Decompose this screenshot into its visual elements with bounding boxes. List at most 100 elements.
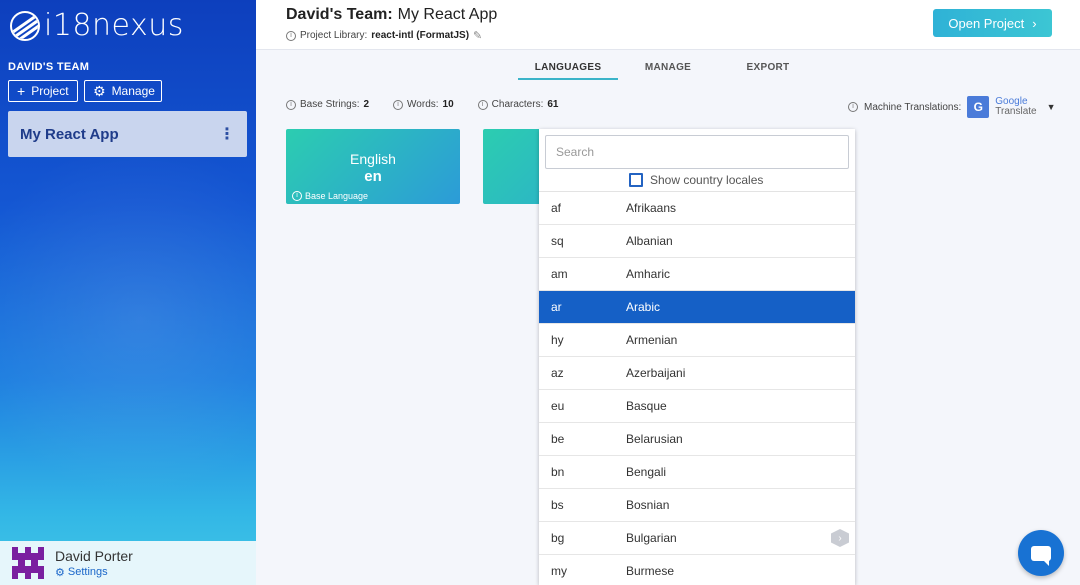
chat-button[interactable] — [1018, 530, 1064, 576]
language-option-sq[interactable]: sq Albanian — [539, 225, 855, 258]
language-option-name: Azerbaijani — [626, 366, 686, 380]
info-icon: i — [477, 99, 488, 110]
provider-line2: Translate — [995, 106, 1037, 117]
language-option-name: Arabic — [626, 300, 661, 314]
language-option-name: Amharic — [626, 267, 671, 281]
info-icon: i — [286, 30, 296, 41]
language-option-code: am — [551, 267, 568, 281]
header: David's Team: My React App i Project Libr… — [256, 0, 1080, 50]
language-option-az[interactable]: az Azerbaijani — [539, 357, 855, 390]
language-option-my[interactable]: my Burmese — [539, 555, 855, 585]
tab-export[interactable]: EXPORT — [718, 62, 818, 80]
language-option-eu[interactable]: eu Basque — [539, 390, 855, 423]
globe-logo-icon — [10, 10, 40, 41]
open-project-label: Open Project — [948, 15, 1025, 31]
characters-value: 61 — [547, 99, 559, 110]
machine-translations-label: Machine Translations: — [864, 101, 962, 113]
project-library: i Project Library: react-intl (FormatJS)… — [286, 29, 482, 42]
language-option-code: be — [551, 432, 565, 446]
user-bar: David Porter ⚙ Settings — [0, 541, 256, 585]
settings-label: Settings — [67, 566, 108, 578]
user-name: David Porter — [55, 547, 133, 564]
base-language-badge: i Base Language — [292, 191, 368, 201]
characters-label: Characters: — [491, 99, 544, 110]
avatar[interactable] — [12, 547, 44, 579]
language-option-code: bg — [551, 531, 565, 545]
machine-translations[interactable]: i Machine Translations: G Google Transla… — [848, 96, 1056, 118]
provider-name: Google Translate — [995, 97, 1036, 117]
words-value: 10 — [442, 99, 454, 110]
base-language-label: Base Language — [305, 191, 369, 201]
logo-text: i18nexus — [44, 8, 184, 43]
language-option-be[interactable]: be Belarusian — [539, 423, 855, 456]
language-option-name: Bulgarian — [626, 531, 677, 545]
language-option-code: bn — [551, 465, 565, 479]
language-code: en — [364, 168, 382, 185]
language-option-name: Belarusian — [626, 432, 683, 446]
plus-icon: + — [17, 83, 26, 99]
caret-down-icon[interactable]: ▼ — [1047, 102, 1056, 112]
language-option-code: sq — [551, 234, 564, 248]
project-stats: i Base Strings: 2 i Words: 10 i Characte… — [286, 99, 558, 110]
app-logo[interactable]: i18nexus — [10, 8, 184, 43]
info-icon: i — [393, 99, 404, 110]
gear-icon: ⚙ — [93, 83, 106, 99]
language-option-code: hy — [551, 333, 564, 347]
language-option-name: Albanian — [626, 234, 673, 248]
search-input[interactable] — [545, 135, 849, 169]
language-option-bn[interactable]: bn Bengali — [539, 456, 855, 489]
language-card-en[interactable]: English en i Base Language — [286, 129, 460, 204]
sidebar: i18nexus DAVID'S TEAM + Project ⚙ Manage… — [0, 0, 256, 585]
page-title: David's Team: My React App — [286, 6, 497, 24]
language-option-code: af — [551, 201, 562, 215]
language-option-bs[interactable]: bs Bosnian — [539, 489, 855, 522]
language-option-am[interactable]: am Amharic — [539, 258, 855, 291]
info-icon: i — [848, 102, 858, 112]
open-project-button[interactable]: Open Project › — [933, 9, 1052, 37]
language-option-name: Bosnian — [626, 498, 670, 512]
manage-team-label: Manage — [111, 84, 155, 98]
more-options-icon[interactable]: ⋮ — [219, 124, 235, 144]
add-project-label: Project — [31, 84, 69, 98]
chat-icon — [1031, 545, 1051, 566]
language-list: af Afrikaans sq Albanian am Amharic ar Arabic hy… — [539, 191, 855, 585]
language-option-code: az — [551, 366, 564, 380]
language-dropdown: Show country locales af Afrikaans sq Albani… — [539, 129, 855, 585]
show-country-locales[interactable]: Show country locales — [629, 173, 763, 187]
language-option-name: Bengali — [626, 465, 667, 479]
google-translate-icon: G — [967, 96, 990, 118]
base-strings-stat: i Base Strings: 2 — [286, 99, 369, 110]
language-option-code: ar — [551, 300, 562, 314]
sidebar-item-project[interactable]: My React App ⋮ — [8, 111, 247, 157]
language-option-af[interactable]: af Afrikaans — [539, 192, 855, 225]
chevron-right-icon: › — [1032, 15, 1037, 31]
settings-link[interactable]: ⚙ Settings — [55, 566, 133, 579]
language-name: English — [350, 151, 396, 167]
language-option-code: bs — [551, 498, 564, 512]
language-option-code: eu — [551, 399, 565, 413]
add-language-card[interactable] — [483, 129, 543, 204]
language-option-name: Afrikaans — [626, 201, 677, 215]
tab-manage[interactable]: MANAGE — [618, 62, 718, 80]
words-stat: i Words: 10 — [393, 99, 454, 110]
library-label: Project Library: — [300, 30, 368, 41]
project-name: My React App — [397, 6, 498, 23]
info-icon: i — [292, 191, 302, 201]
info-icon: i — [286, 99, 296, 110]
manage-team-button[interactable]: ⚙ Manage — [84, 80, 162, 102]
gear-icon: ⚙ — [55, 566, 65, 579]
project-item-name: My React App — [20, 125, 119, 143]
words-label: Words: — [407, 99, 439, 110]
base-strings-value: 2 — [363, 99, 370, 110]
pencil-icon[interactable]: ✎ — [473, 29, 482, 42]
locale-checkbox[interactable] — [629, 173, 643, 187]
language-option-code: my — [551, 564, 567, 578]
language-option-bg[interactable]: bg Bulgarian › — [539, 522, 855, 555]
tab-languages[interactable]: LANGUAGES — [518, 62, 618, 80]
language-option-hy[interactable]: hy Armenian — [539, 324, 855, 357]
locale-toggle-label: Show country locales — [650, 173, 764, 187]
team-name: David's Team: — [286, 6, 393, 23]
characters-stat: i Characters: 61 — [477, 99, 559, 110]
language-option-ar[interactable]: ar Arabic — [539, 291, 855, 324]
add-project-button[interactable]: + Project — [8, 80, 78, 102]
